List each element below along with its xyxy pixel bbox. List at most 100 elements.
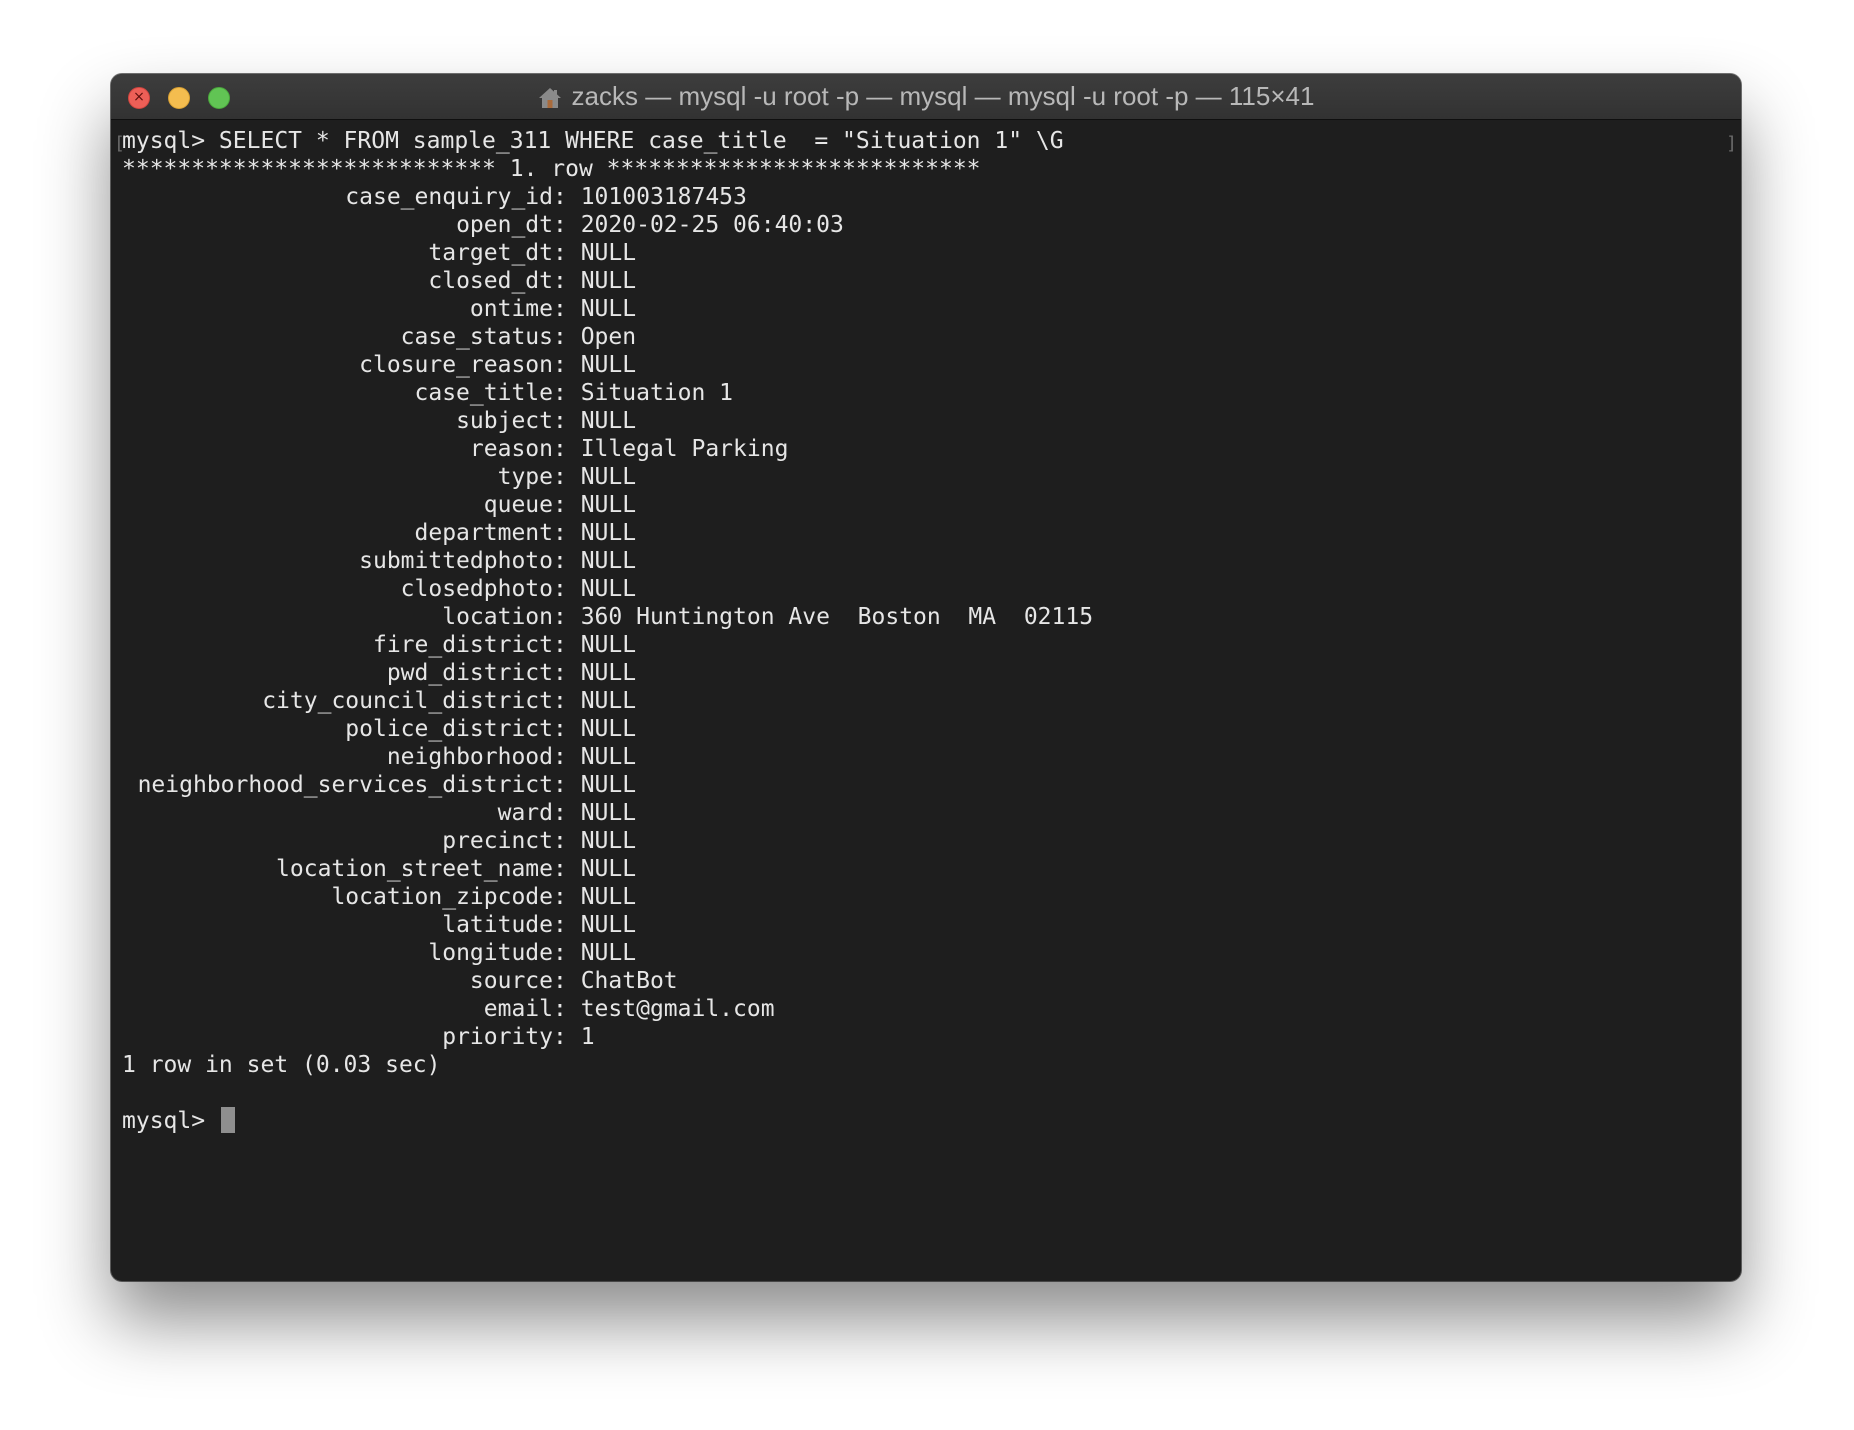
field-separator: :	[553, 716, 581, 742]
field-name: email	[483, 996, 553, 1022]
field-value: NULL	[580, 296, 637, 322]
field-separator: :	[553, 604, 581, 630]
field-row: submittedphoto: NULL	[122, 547, 1741, 575]
field-row: city_council_district: NULL	[122, 687, 1741, 715]
field-value: test@gmail.com	[580, 996, 775, 1022]
field-name: queue	[483, 492, 553, 518]
field-name: source	[469, 968, 553, 994]
field-separator: :	[553, 296, 581, 322]
field-separator: :	[553, 884, 581, 910]
text-cursor	[220, 1107, 235, 1133]
field-separator: :	[553, 492, 581, 518]
field-separator: :	[553, 548, 581, 574]
terminal-output[interactable]: [ ] mysql> SELECT * FROM sample_311 WHER…	[111, 120, 1741, 1281]
field-name: location	[442, 604, 553, 630]
field-value: NULL	[580, 576, 637, 602]
field-name: closure_reason	[359, 352, 553, 378]
field-row: fire_district: NULL	[122, 631, 1741, 659]
field-value: Illegal Parking	[580, 436, 789, 462]
field-value: NULL	[580, 828, 637, 854]
field-value: Open	[580, 324, 637, 350]
field-separator: :	[553, 408, 581, 434]
field-row: latitude: NULL	[122, 911, 1741, 939]
field-value: NULL	[580, 632, 637, 658]
field-row: location_zipcode: NULL	[122, 883, 1741, 911]
field-row: open_dt: 2020-02-25 06:40:03	[122, 211, 1741, 239]
field-row: source: ChatBot	[122, 967, 1741, 995]
field-value: Situation 1	[580, 380, 734, 406]
field-name: city_council_district	[262, 688, 553, 714]
field-separator: :	[553, 772, 581, 798]
field-row: email: test@gmail.com	[122, 995, 1741, 1023]
field-row: department: NULL	[122, 519, 1741, 547]
field-row: neighborhood_services_district: NULL	[122, 771, 1741, 799]
field-name: closedphoto	[400, 576, 553, 602]
prompt-line[interactable]: mysql>	[122, 1107, 1741, 1135]
result-summary: 1 row in set (0.03 sec)	[122, 1052, 441, 1078]
field-row: neighborhood: NULL	[122, 743, 1741, 771]
field-value: NULL	[580, 744, 637, 770]
home-folder-icon	[538, 87, 561, 108]
field-separator: :	[553, 856, 581, 882]
window-title: zacks — mysql -u root -p — mysql — mysql…	[571, 81, 1315, 111]
field-separator: :	[553, 632, 581, 658]
field-value: NULL	[580, 772, 637, 798]
field-separator: :	[553, 968, 581, 994]
field-row: pwd_district: NULL	[122, 659, 1741, 687]
field-separator: :	[553, 744, 581, 770]
field-name: reason	[469, 436, 553, 462]
field-value: NULL	[580, 520, 637, 546]
field-name: ontime	[469, 296, 553, 322]
field-value: NULL	[580, 912, 637, 938]
field-name: ward	[497, 800, 553, 826]
field-name: open_dt	[456, 212, 553, 238]
line-mark-left: [	[114, 133, 125, 154]
field-name: priority	[442, 1024, 553, 1050]
field-separator: :	[553, 324, 581, 350]
field-row: case_title: Situation 1	[122, 379, 1741, 407]
field-row: priority: 1	[122, 1023, 1741, 1051]
field-row: police_district: NULL	[122, 715, 1741, 743]
field-value: NULL	[580, 940, 637, 966]
field-separator: :	[553, 184, 581, 210]
field-value: NULL	[580, 716, 637, 742]
field-value: NULL	[580, 548, 637, 574]
field-value: 1	[580, 1024, 595, 1050]
field-separator: :	[553, 912, 581, 938]
field-name: target_dt	[428, 240, 553, 266]
field-value: NULL	[580, 464, 637, 490]
field-value: NULL	[580, 352, 637, 378]
field-name: precinct	[442, 828, 553, 854]
field-value: NULL	[580, 856, 637, 882]
field-name: longitude	[428, 940, 553, 966]
field-value: NULL	[580, 268, 637, 294]
field-value: NULL	[580, 660, 637, 686]
field-separator: :	[553, 660, 581, 686]
field-value: NULL	[580, 240, 637, 266]
field-row: closed_dt: NULL	[122, 267, 1741, 295]
field-name: location_street_name	[276, 856, 553, 882]
field-value: 2020-02-25 06:40:03	[580, 212, 844, 238]
title-bar[interactable]: × zacks — mysql -u root -p — mysql — mys…	[111, 74, 1741, 120]
field-name: fire_district	[372, 632, 553, 658]
field-name: police_district	[345, 716, 553, 742]
field-separator: :	[553, 688, 581, 714]
field-row: type: NULL	[122, 463, 1741, 491]
field-separator: :	[553, 240, 581, 266]
field-separator: :	[553, 996, 581, 1022]
field-separator: :	[553, 520, 581, 546]
field-row: location_street_name: NULL	[122, 855, 1741, 883]
field-value: NULL	[580, 800, 637, 826]
field-name: type	[497, 464, 553, 490]
field-separator: :	[553, 212, 581, 238]
field-name: case_title	[414, 380, 553, 406]
field-separator: :	[553, 1024, 581, 1050]
field-separator: :	[553, 464, 581, 490]
field-separator: :	[553, 800, 581, 826]
field-separator: :	[553, 436, 581, 462]
field-separator: :	[553, 352, 581, 378]
field-name: location_zipcode	[331, 884, 553, 910]
row-header: *************************** 1. row *****…	[122, 156, 981, 182]
result-fields: case_enquiry_id: 101003187453 open_dt: 20…	[122, 183, 1741, 1051]
